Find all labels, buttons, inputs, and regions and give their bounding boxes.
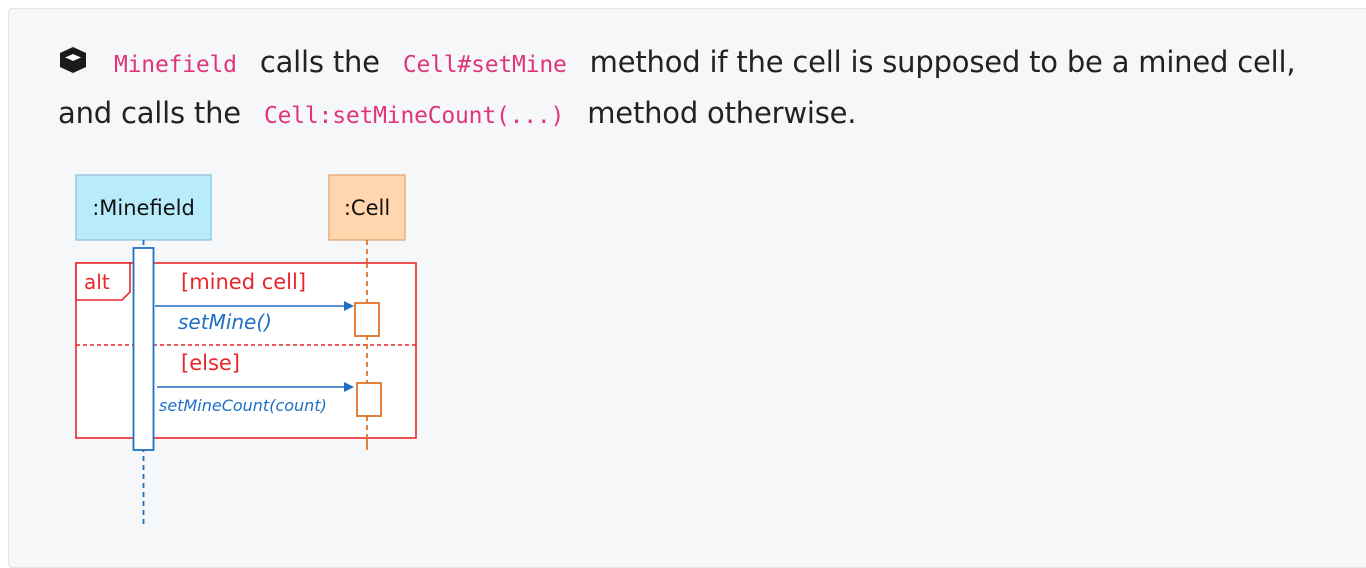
message-setmine-label: setMine(): [178, 310, 272, 334]
cell-activation-2: [356, 382, 382, 417]
minefield-activation: [132, 247, 155, 451]
text-method-otherwise: method otherwise.: [587, 96, 857, 130]
sequence-diagram: :Minefield :Cell alt [mined cell] setMin…: [75, 174, 417, 525]
cell-lifeline-label: :Cell: [344, 196, 390, 220]
cell-activation-1: [354, 302, 380, 337]
message-setminecount-label: setMineCount(count): [159, 396, 327, 415]
code-minefield: Minefield: [114, 52, 237, 78]
cube-icon: [58, 41, 88, 89]
minefield-lifeline-label: :Minefield: [92, 196, 195, 220]
code-cell-setmine: Cell#setMine: [402, 52, 567, 78]
text-calls-the: calls the: [259, 45, 380, 79]
guard-else: [else]: [181, 351, 240, 375]
code-cell-setminecount: Cell:setMineCount(...): [263, 103, 565, 129]
alt-frame-label: alt: [84, 270, 110, 294]
guard-mined-cell: [mined cell]: [181, 270, 306, 294]
description-paragraph: Minefield calls the Cell#setMine method …: [58, 38, 1348, 140]
